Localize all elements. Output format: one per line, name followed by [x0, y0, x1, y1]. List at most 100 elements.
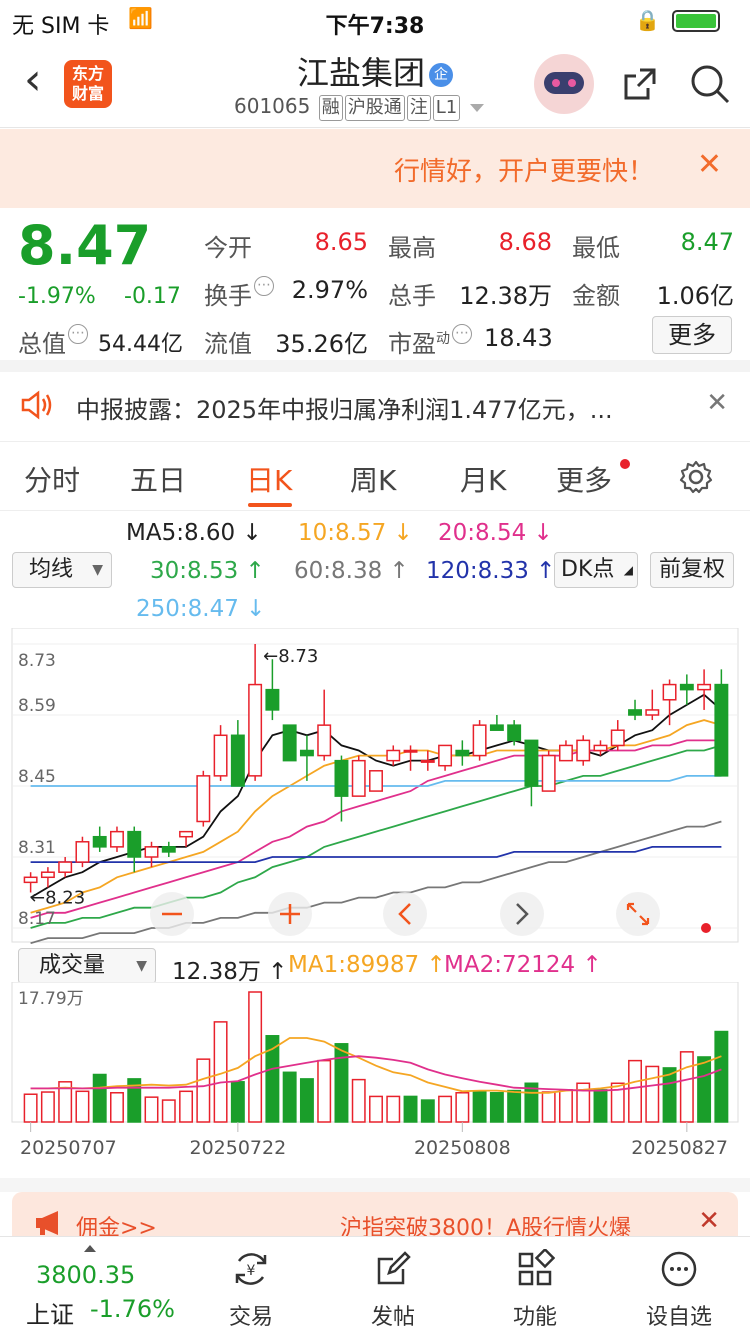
stock-name: 江盐集团: [296, 54, 425, 92]
candle-body: [75, 841, 90, 863]
bottom-navigation: 3800.35 上证 -1.76% ¥ 交易 发帖 功能 设自选: [0, 1236, 750, 1334]
volume-bar: [144, 1096, 159, 1123]
candle-body: [282, 724, 297, 762]
nav-add-watchlist[interactable]: 设自选: [634, 1249, 724, 1331]
index-change[interactable]: -1.76%: [90, 1295, 175, 1323]
divider: [0, 1178, 750, 1192]
volume-bar: [317, 1059, 332, 1123]
candle-body: [645, 709, 660, 716]
volume-bar: [110, 1092, 124, 1123]
ma60-label: 60:8.38 ↑: [294, 558, 409, 584]
volume-bar: [40, 1091, 55, 1123]
more-circle-icon: [661, 1251, 697, 1287]
scroll-left-button[interactable]: [383, 892, 427, 936]
volume-bar: [282, 1071, 297, 1123]
nav-post[interactable]: 发帖: [348, 1249, 438, 1331]
volume-bar: [386, 1095, 401, 1123]
volume-bar: [299, 1078, 314, 1123]
adjust-mode-button[interactable]: 前复权: [650, 552, 734, 588]
volume-bar: [455, 1092, 470, 1123]
share-icon[interactable]: [620, 64, 660, 104]
volume-indicator-selector[interactable]: 成交量 ▼: [18, 948, 156, 984]
search-icon[interactable]: [688, 62, 732, 106]
gear-icon[interactable]: [678, 459, 714, 495]
candle-body: [714, 683, 729, 777]
tab-daily-k[interactable]: 日K: [246, 459, 292, 499]
index-name[interactable]: 上证: [26, 1295, 74, 1330]
scroll-right-button[interactable]: [500, 892, 544, 936]
volume-bar: [92, 1073, 107, 1123]
y-tick-label: 8.45: [18, 767, 56, 787]
index-value[interactable]: 3800.35: [36, 1261, 135, 1289]
promo-banner[interactable]: 行情好，开户更要快！ ✕: [0, 129, 750, 208]
tag-level1: L1: [432, 95, 461, 121]
total-cap-label[interactable]: 总值 ⋯: [18, 324, 88, 359]
x-date-label: 20250707: [20, 1137, 117, 1159]
candle-body: [179, 830, 194, 838]
candlestick-chart[interactable]: 8.73 8.59 8.45 8.31 8.17 ←8.73 ←8.23: [0, 628, 750, 944]
candle-body: [196, 775, 211, 823]
ma5-label: MA5:8.60 ↓: [126, 520, 262, 546]
volume-bar: [369, 1095, 383, 1123]
y-tick-label: 8.31: [18, 838, 56, 858]
candle-body: [248, 683, 263, 777]
change-percent: -1.97%: [18, 284, 96, 309]
fullscreen-button[interactable]: [616, 892, 660, 936]
volume-bar: [438, 1095, 453, 1123]
tab-weekly-k[interactable]: 周K: [350, 459, 396, 499]
stock-code-row[interactable]: 601065 融沪股通注 L1: [234, 94, 485, 121]
speaker-icon: [21, 390, 52, 420]
tab-more[interactable]: 更多: [556, 459, 612, 499]
close-icon[interactable]: ✕: [706, 388, 728, 418]
pe-label[interactable]: 市盈动 ⋯: [388, 324, 472, 359]
candle-body: [334, 759, 349, 797]
candle-body: [127, 830, 142, 858]
grid-icon: [518, 1247, 556, 1286]
close-icon[interactable]: ✕: [697, 147, 722, 182]
ma10-label: 10:8.57 ↓: [298, 520, 413, 546]
announcement-bar[interactable]: 中报披露：2025年中报归属净利润1.477亿元，... ✕: [0, 370, 750, 442]
zoom-in-button[interactable]: [268, 892, 312, 936]
volume-chart[interactable]: 17.79万 20250707 20250722 20250808 20250827: [0, 982, 750, 1178]
x-date-label: 20250808: [414, 1137, 511, 1159]
volume-bar: [679, 1051, 694, 1123]
low-value: 8.47: [680, 228, 734, 256]
tab-five-day[interactable]: 五日: [130, 459, 186, 499]
chevron-down-icon[interactable]: [470, 103, 485, 112]
candle-body: [92, 835, 107, 848]
vol-ma2-label: MA2:72124 ↑: [444, 952, 602, 978]
zoom-out-button[interactable]: [150, 892, 194, 936]
chart-period-tabs: 分时 五日 日K 周K 月K 更多: [0, 443, 750, 511]
volume-bar: [351, 1078, 366, 1123]
nav-trade[interactable]: ¥ 交易: [206, 1249, 296, 1331]
vol-ma1-label: MA1:89987 ↑: [288, 952, 446, 978]
low-label: 最低: [572, 234, 620, 262]
indicator-selector[interactable]: 均线 ▼: [12, 552, 112, 588]
ai-assistant-icon[interactable]: [534, 54, 594, 114]
high-label: 最高: [388, 234, 436, 262]
close-icon[interactable]: ✕: [698, 1206, 720, 1236]
volume-max-label: 17.79万: [18, 989, 84, 1009]
candle-body: [610, 729, 625, 747]
rotation-lock-icon: 🔒: [635, 8, 660, 32]
x-date-label: 20250827: [631, 1137, 728, 1159]
tab-intraday[interactable]: 分时: [24, 459, 80, 499]
volume-bar: [472, 1091, 487, 1123]
volume-bar: [507, 1089, 522, 1123]
stock-detail-screen: 无 SIM 卡 📶 下午7:38 🔒 ‹ 东方 财富 江盐集团企 601065 …: [0, 0, 750, 1334]
candle-body: [110, 830, 124, 848]
candle-body: [299, 749, 314, 757]
pe-value: 18.43: [484, 324, 553, 352]
candle-body: [58, 861, 73, 873]
trade-icon: ¥: [235, 1253, 267, 1285]
candle-body: [420, 759, 435, 763]
candle-body: [230, 734, 245, 787]
turnover-label[interactable]: 换手 ⋯: [204, 276, 274, 311]
volume-bar: [230, 1081, 245, 1123]
nav-functions[interactable]: 功能: [490, 1247, 580, 1331]
more-quote-button[interactable]: 更多: [652, 316, 732, 354]
tab-monthly-k[interactable]: 月K: [460, 459, 506, 499]
expand-up-icon[interactable]: [84, 1245, 96, 1252]
dk-point-button[interactable]: DK点 ◢: [554, 552, 638, 588]
candle-body: [489, 724, 504, 731]
